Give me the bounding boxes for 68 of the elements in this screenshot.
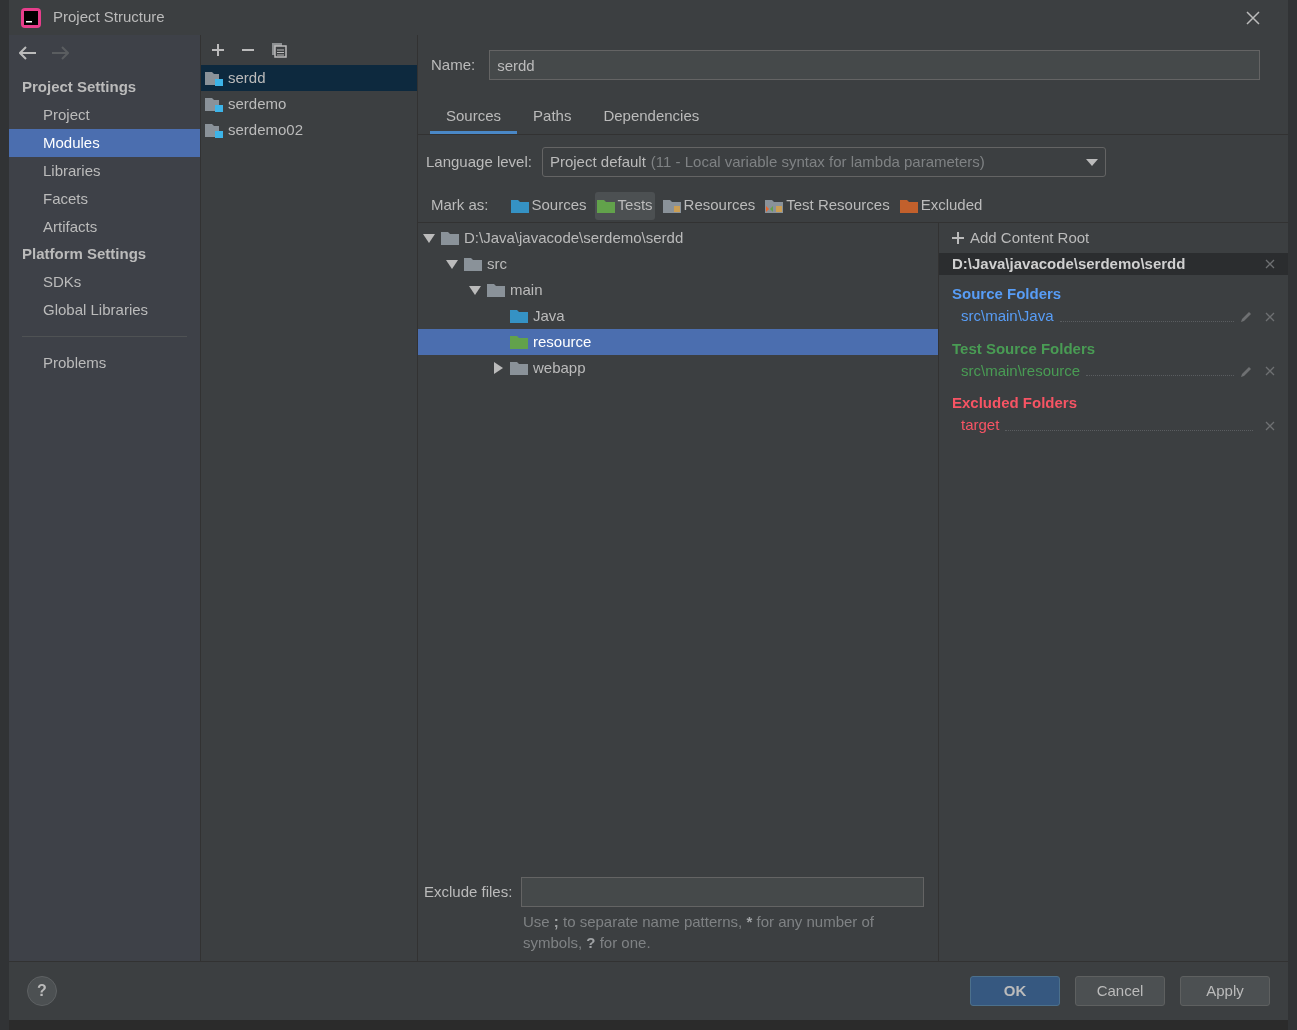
folder-icon	[899, 197, 918, 214]
sidebar-item[interactable]: Libraries	[9, 157, 200, 185]
module-folder-icon	[205, 122, 223, 138]
dialog-button[interactable]: Cancel	[1075, 976, 1165, 1006]
tree-row[interactable]: src	[418, 251, 938, 277]
app-logo-icon	[21, 7, 41, 28]
sidebar-item[interactable]: Global Libraries	[9, 296, 200, 324]
folder-icon	[662, 197, 681, 214]
section-heading: Project Settings	[21, 77, 138, 98]
folder-icon	[510, 197, 529, 214]
folder-path: src\main\Java	[961, 306, 1054, 327]
dropdown-caret-icon	[1085, 158, 1098, 166]
back-arrow-icon[interactable]	[19, 45, 37, 60]
add-content-root-button[interactable]: Add Content Root	[939, 223, 1288, 253]
collapse-triangle-icon[interactable]	[491, 361, 505, 375]
folder-group-title: Source Folders	[952, 284, 1063, 304]
help-button[interactable]: ?	[27, 976, 57, 1006]
exclude-files-field[interactable]	[521, 877, 925, 907]
sidebar-item[interactable]: SDKs	[9, 268, 200, 296]
section-heading: Platform Settings	[21, 244, 148, 265]
sidebar-item[interactable]: Problems	[9, 349, 200, 377]
add-icon[interactable]	[211, 43, 225, 57]
mark-as-label: Mark as:	[431, 195, 489, 216]
close-icon[interactable]	[1246, 10, 1260, 25]
sidebar-item[interactable]: Modules	[9, 129, 200, 157]
exclude-files-hint: Use ; to separate name patterns, * for any number of symbols, ? for one.	[523, 912, 876, 953]
folder-path: target	[961, 415, 1000, 436]
tree-row[interactable]: resource	[418, 329, 938, 355]
tree-row[interactable]: main	[418, 277, 938, 303]
folder-icon	[596, 197, 615, 214]
content-root-path: D:\Java\javacode\serdemo\serdd	[952, 253, 1186, 274]
expand-triangle-icon[interactable]	[422, 231, 436, 245]
tab[interactable]: Dependencies	[587, 102, 716, 134]
folder-icon	[765, 197, 784, 214]
folder-group-title: Test Source Folders	[952, 338, 1097, 359]
sidebar-item[interactable]: Facets	[9, 185, 200, 213]
tree-row[interactable]: D:\Java\javacode\serdemo\serdd	[418, 225, 938, 251]
tab[interactable]: Paths	[517, 102, 588, 134]
language-level-label: Language level:	[426, 151, 532, 172]
window-title: Project Structure	[53, 7, 166, 28]
folder-group-title: Excluded Folders	[952, 393, 1079, 413]
module-item[interactable]: serdemo02	[201, 117, 417, 143]
plus-icon	[952, 232, 964, 244]
name-label: Name:	[431, 54, 476, 75]
module-folder-icon	[205, 96, 223, 112]
copy-icon[interactable]	[271, 42, 287, 58]
expand-triangle-icon[interactable]	[445, 257, 459, 271]
tab[interactable]: Sources	[430, 102, 518, 134]
expand-triangle-icon[interactable]	[468, 283, 482, 297]
dialog-button[interactable]: Apply	[1180, 976, 1270, 1006]
ok-button[interactable]: OK	[970, 976, 1060, 1006]
mark-as-button[interactable]: Resources	[660, 191, 758, 220]
module-folder-icon	[205, 70, 223, 86]
close-icon[interactable]	[1265, 259, 1275, 269]
tree-row[interactable]: webapp	[418, 355, 938, 381]
module-item[interactable]: serdemo	[201, 91, 417, 117]
sidebar-item[interactable]: Artifacts	[9, 213, 200, 241]
tree-row[interactable]: Java	[418, 303, 938, 329]
module-item[interactable]: serdd	[201, 65, 417, 91]
mark-as-button[interactable]: Tests	[594, 191, 655, 220]
mark-as-button[interactable]: Test Resources	[763, 191, 892, 220]
language-level-dropdown[interactable]: Project default (11 - Local variable syntax for lambda parameters)	[541, 147, 1106, 177]
sidebar-item[interactable]: Project	[9, 101, 200, 129]
folder-path: src\main\resource	[961, 360, 1081, 381]
name-field[interactable]: serdd	[489, 50, 1260, 80]
mark-as-button[interactable]: Sources	[508, 191, 589, 220]
mark-as-button[interactable]: Excluded	[897, 191, 985, 220]
exclude-files-label: Exclude files:	[424, 881, 513, 902]
